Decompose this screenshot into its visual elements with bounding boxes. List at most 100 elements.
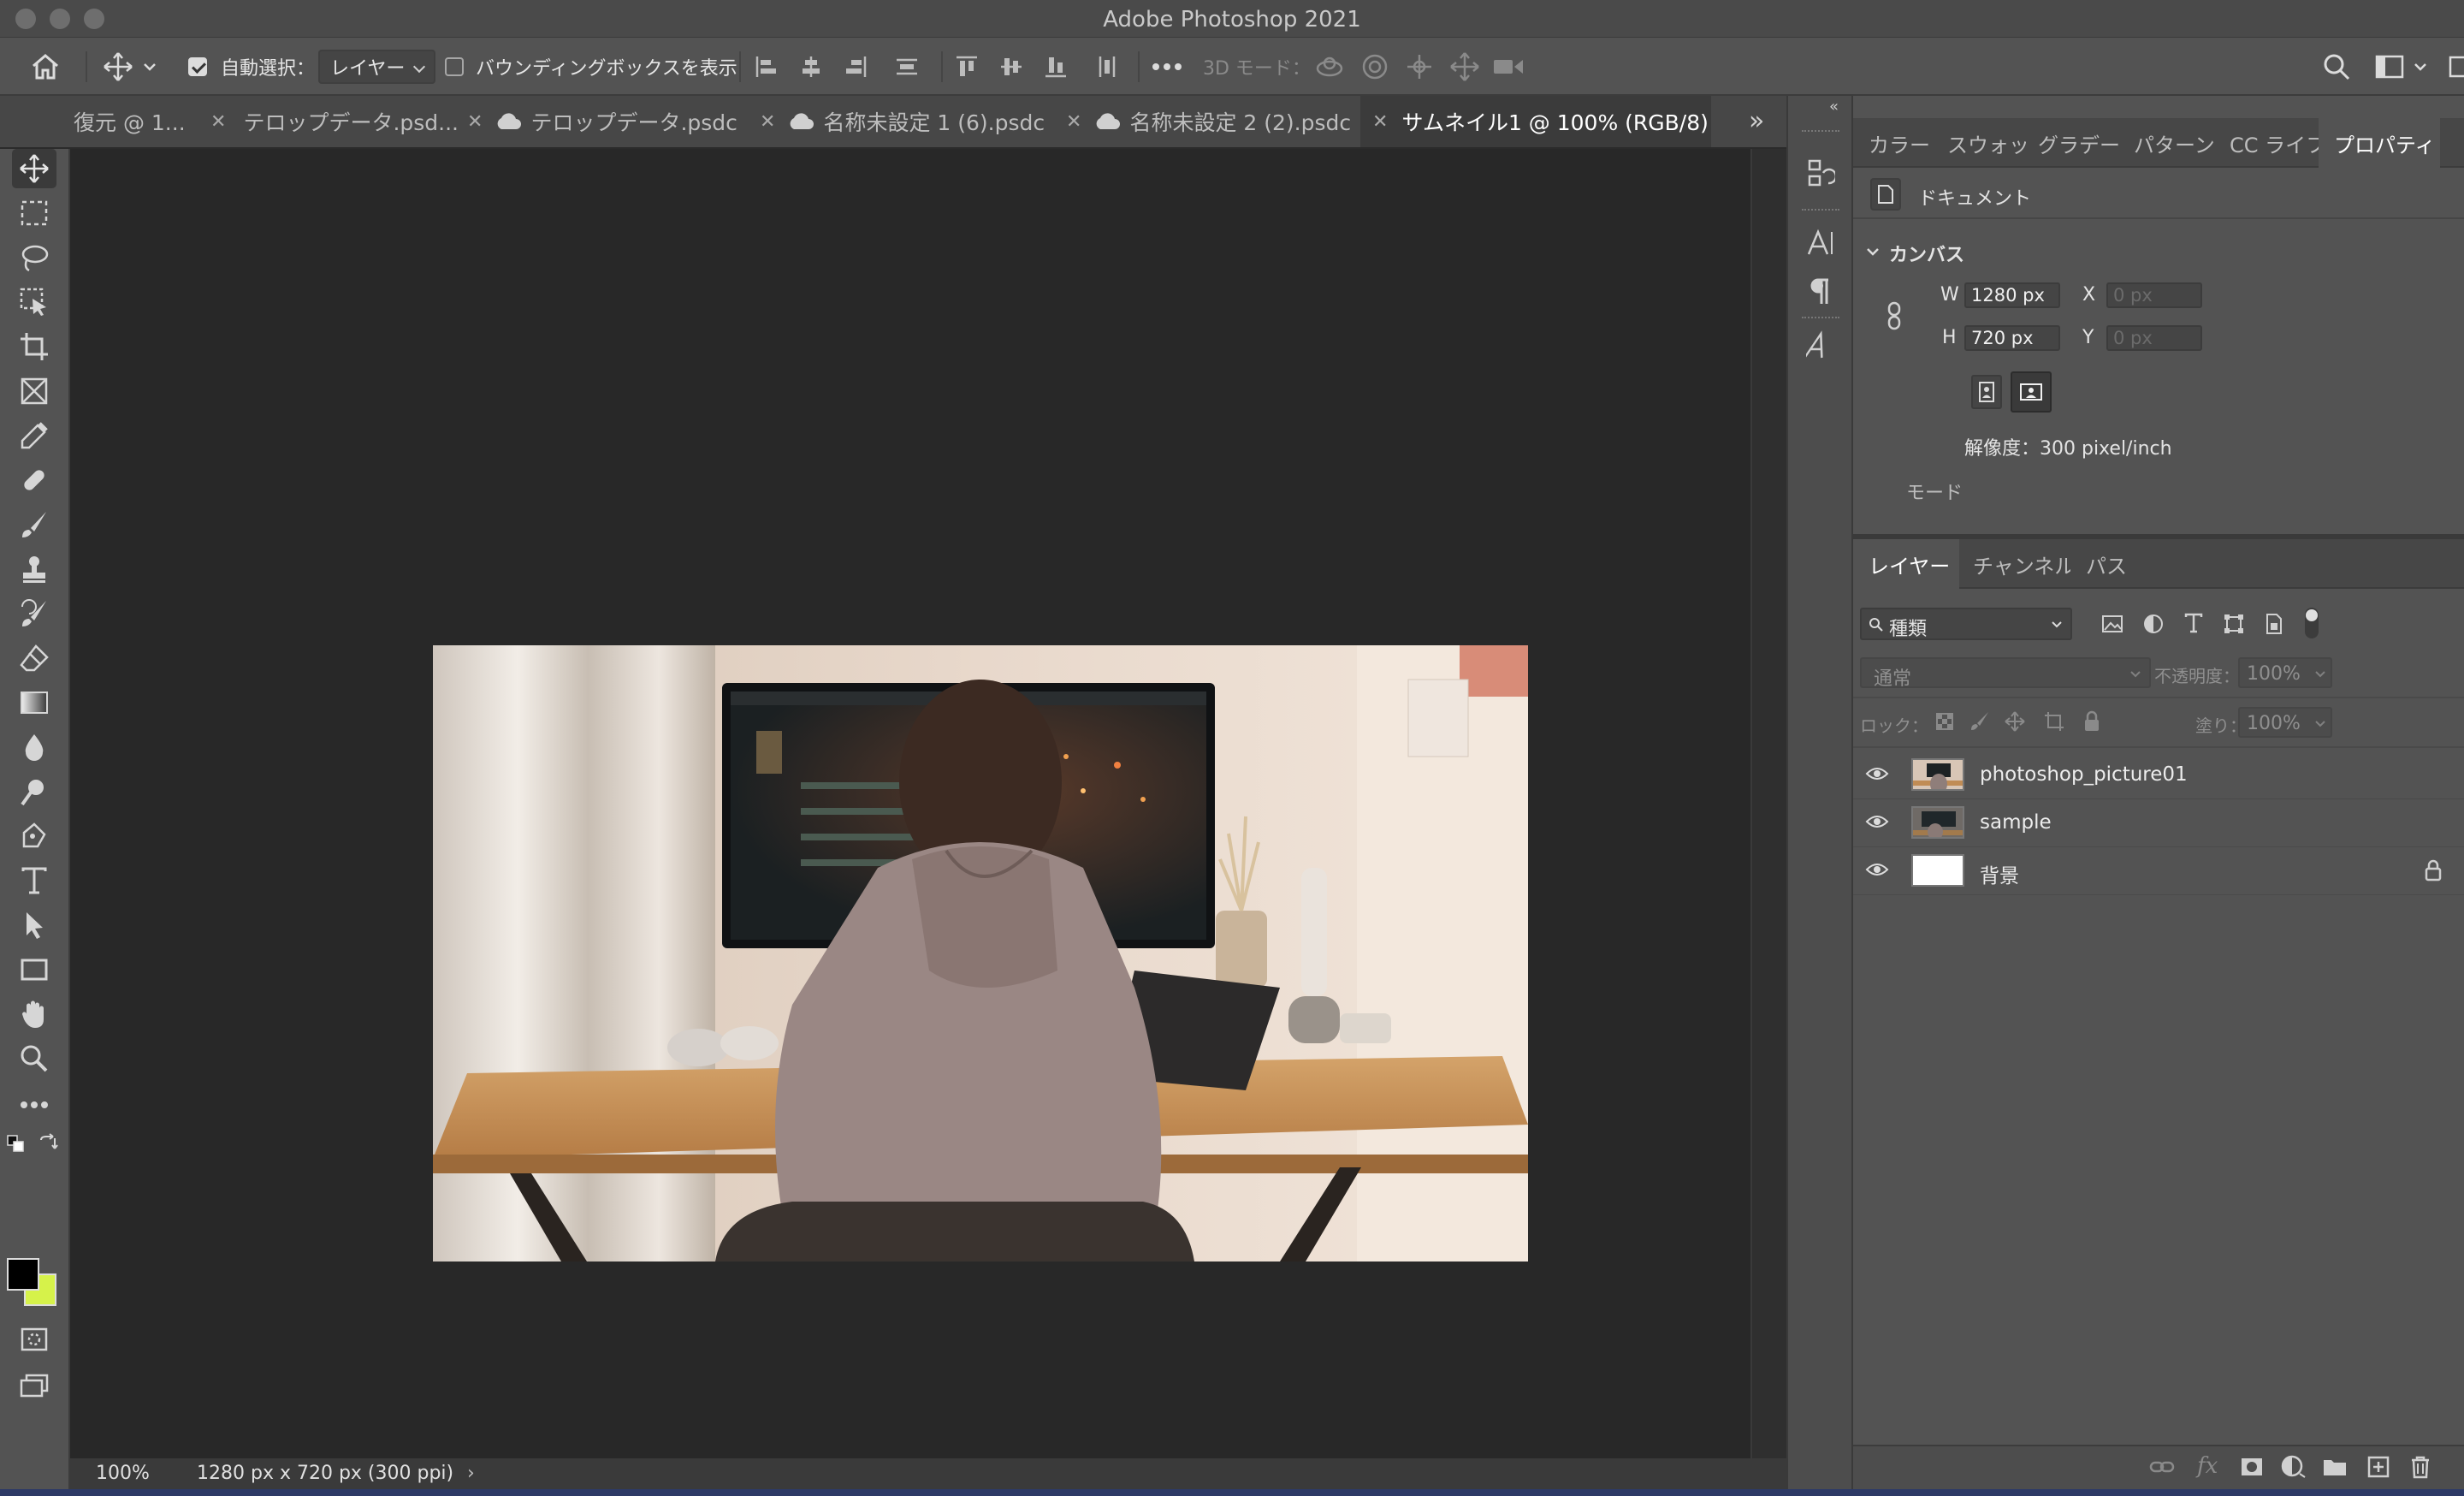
screen-mode-button[interactable]: [12, 1366, 56, 1405]
tab-untitled-2[interactable]: ✕ 名称未設定 2 (2).psdc: [1063, 96, 1369, 147]
tab-telop-psdc[interactable]: ✕ テロップデータ.psdc: [464, 96, 756, 147]
canvas-section-chevron-icon[interactable]: [1865, 245, 1881, 261]
3d-slide-button[interactable]: [1449, 38, 1480, 96]
lock-icon[interactable]: [2425, 859, 2442, 882]
tab-telop-psd[interactable]: ✕ テロップデータ.psd...: [207, 96, 464, 147]
collapse-dock-icon[interactable]: «: [1829, 98, 1839, 116]
filter-toggle[interactable]: [2305, 608, 2319, 638]
layer-filter-dropdown[interactable]: 種類: [1860, 608, 2072, 640]
crop-tool[interactable]: [12, 327, 56, 366]
fill-input[interactable]: 100%: [2238, 707, 2332, 738]
edit-toolbar-button[interactable]: [12, 1085, 56, 1125]
layer-row-background[interactable]: 背景: [1853, 847, 2464, 895]
blur-tool[interactable]: [12, 727, 56, 767]
landscape-orientation-button[interactable]: [2011, 371, 2052, 413]
eye-icon[interactable]: [1865, 861, 1889, 878]
rectangular-marquee-tool[interactable]: [12, 193, 56, 233]
document-canvas-image[interactable]: [433, 645, 1528, 1262]
lock-artboard-button[interactable]: [2043, 710, 2065, 736]
align-bottom-button[interactable]: [1042, 38, 1069, 96]
eye-icon[interactable]: [1865, 813, 1889, 830]
portrait-orientation-button[interactable]: [1971, 375, 2002, 409]
lock-position-button[interactable]: [2004, 710, 2026, 736]
eraser-tool[interactable]: [12, 638, 56, 678]
auto-select-checkbox[interactable]: [188, 57, 207, 76]
tab-swatches[interactable]: スウォッ: [1942, 118, 2026, 168]
history-panel-button[interactable]: [1804, 156, 1838, 193]
search-button[interactable]: [2322, 38, 2351, 96]
lock-transparent-pixels-button[interactable]: [1935, 712, 1954, 734]
tab-gradients[interactable]: グラデー: [2026, 118, 2122, 168]
3d-orbit-button[interactable]: [1314, 38, 1345, 96]
pen-tool[interactable]: [12, 816, 56, 856]
canvas-workspace[interactable]: [70, 149, 1750, 1458]
distribute-v-button[interactable]: [1093, 38, 1121, 96]
filter-pixel-layers-button[interactable]: [2101, 614, 2123, 637]
show-bounding-box-checkbox[interactable]: [445, 57, 464, 76]
auto-select-target-dropdown[interactable]: レイヤー: [318, 50, 436, 84]
close-tab-icon[interactable]: ✕: [1066, 111, 1081, 133]
paragraph-panel-button[interactable]: [1804, 272, 1838, 310]
glyphs-panel-button[interactable]: [1804, 327, 1838, 365]
tab-cc-libraries[interactable]: CC ライフ: [2218, 118, 2319, 168]
link-dimensions-icon[interactable]: [1886, 301, 1903, 334]
3d-scale-button[interactable]: [1492, 38, 1525, 96]
home-button[interactable]: [31, 38, 60, 96]
rectangle-tool[interactable]: [12, 950, 56, 989]
frame-tool[interactable]: [12, 371, 56, 411]
align-right-button[interactable]: [842, 38, 869, 96]
tab-patterns[interactable]: パターン: [2122, 118, 2218, 168]
gradient-tool[interactable]: [12, 683, 56, 722]
move-tool-preset-button[interactable]: [101, 38, 157, 96]
more-tabs-icon[interactable]: »: [1749, 106, 1764, 136]
object-selection-tool[interactable]: [12, 282, 56, 322]
history-brush-tool[interactable]: [12, 594, 56, 633]
link-layers-icon[interactable]: [2149, 1458, 2175, 1475]
align-middle-v-button[interactable]: [998, 38, 1025, 96]
canvas-section-header[interactable]: カンバス: [1889, 240, 1964, 267]
layer-effects-icon[interactable]: fx: [2197, 1453, 2218, 1479]
lasso-tool[interactable]: [12, 238, 56, 277]
blend-mode-dropdown[interactable]: 通常: [1860, 657, 2151, 690]
opacity-input[interactable]: 100%: [2238, 657, 2332, 688]
folder-icon[interactable]: [2322, 1457, 2348, 1477]
canvas-height-input[interactable]: 720 px: [1964, 325, 2060, 351]
3d-pan-button[interactable]: [1405, 38, 1434, 96]
add-mask-icon[interactable]: [2240, 1457, 2264, 1477]
adjustment-layer-icon[interactable]: [2281, 1455, 2307, 1479]
layer-row-sample[interactable]: sample: [1853, 799, 2464, 847]
trash-icon[interactable]: [2409, 1455, 2431, 1479]
path-selection-tool[interactable]: [12, 905, 56, 945]
more-options-button[interactable]: [1152, 38, 1182, 96]
default-colors-icon[interactable]: [7, 1135, 26, 1155]
close-tab-icon[interactable]: ✕: [210, 111, 226, 133]
eyedropper-tool[interactable]: [12, 416, 56, 455]
tab-color[interactable]: カラー: [1869, 118, 1942, 168]
swap-colors-icon[interactable]: [38, 1133, 58, 1157]
tab-restore[interactable]: 復元 @ 1...: [70, 96, 207, 147]
canvas-y-input[interactable]: 0 px: [2106, 325, 2202, 351]
3d-roll-button[interactable]: [1360, 38, 1389, 96]
quick-mask-button[interactable]: [12, 1320, 56, 1359]
distribute-button[interactable]: [893, 38, 921, 96]
clone-stamp-tool[interactable]: [12, 549, 56, 589]
move-tool[interactable]: [12, 149, 56, 188]
tab-channels[interactable]: チャンネル: [1959, 539, 2070, 589]
dodge-tool[interactable]: [12, 772, 56, 811]
tab-untitled-1[interactable]: ✕ 名称未設定 1 (6).psdc: [756, 96, 1063, 147]
share-button[interactable]: [2449, 38, 2464, 96]
close-tab-icon[interactable]: ✕: [467, 111, 483, 133]
canvas-x-input[interactable]: 0 px: [2106, 282, 2202, 308]
foreground-color-swatch[interactable]: [7, 1258, 39, 1291]
status-expand-icon[interactable]: ›: [467, 1463, 475, 1484]
filter-shape-layers-button[interactable]: [2223, 613, 2245, 638]
lock-image-pixels-button[interactable]: [1969, 710, 1990, 734]
close-tab-icon[interactable]: ✕: [760, 111, 775, 133]
brush-tool[interactable]: [12, 505, 56, 544]
character-panel-button[interactable]: [1804, 224, 1838, 262]
new-layer-icon[interactable]: [2366, 1455, 2390, 1479]
filter-type-layers-button[interactable]: [2183, 613, 2204, 637]
align-center-h-button[interactable]: [797, 38, 825, 96]
type-tool[interactable]: [12, 861, 56, 900]
tab-layers[interactable]: レイヤー: [1853, 539, 1959, 589]
